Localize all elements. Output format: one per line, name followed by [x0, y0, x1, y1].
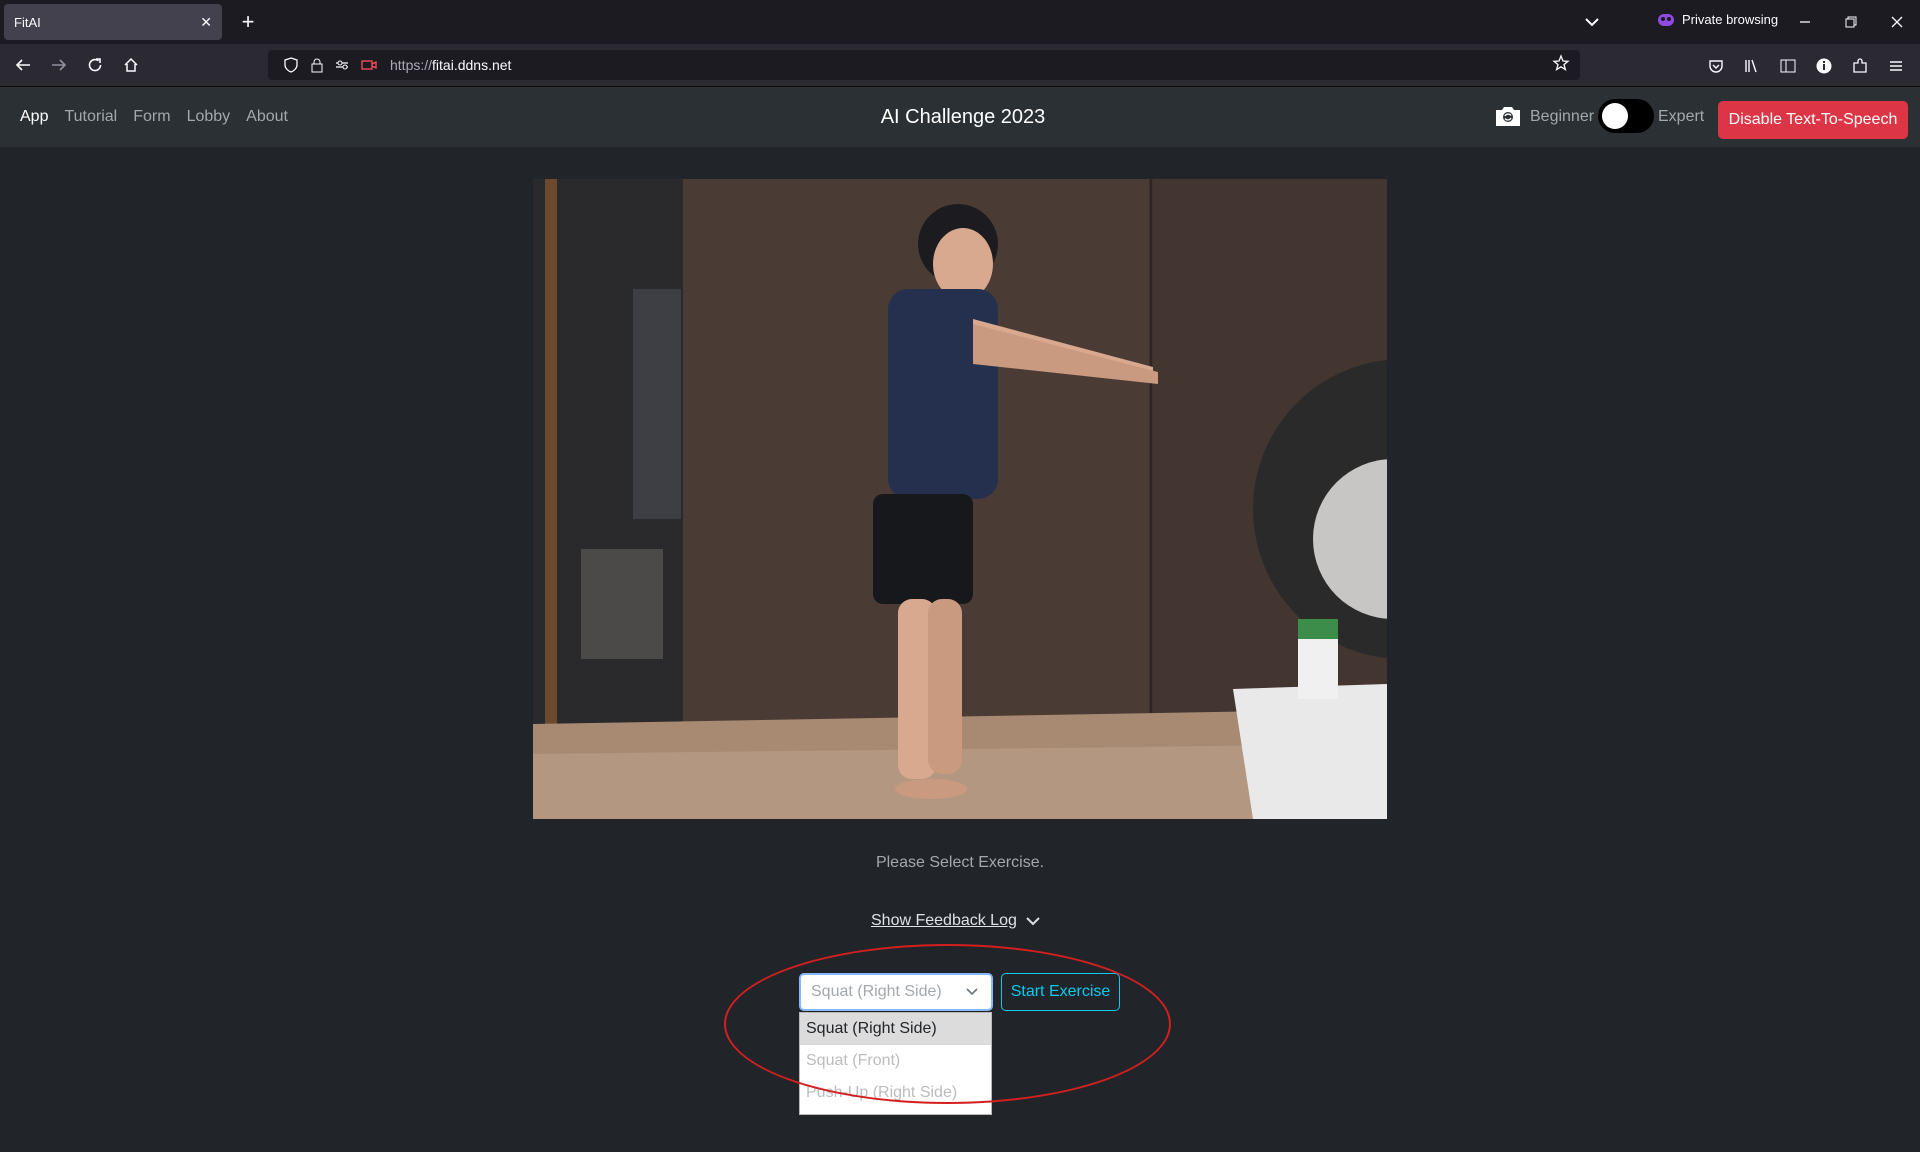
exercise-option-pushup-right[interactable]: Push-Up (Right Side) [800, 1077, 991, 1109]
toggle-knob [1602, 103, 1628, 129]
restore-icon[interactable] [1828, 0, 1874, 44]
back-arrow-icon[interactable] [8, 51, 38, 79]
exercise-option-squat-front[interactable]: Squat (Front) [800, 1045, 991, 1077]
show-feedback-log-toggle[interactable]: Show Feedback Log [871, 912, 1041, 930]
home-icon[interactable] [116, 51, 146, 79]
star-icon[interactable] [1552, 54, 1570, 77]
select-chevron-down-icon [966, 988, 978, 996]
browser-tab[interactable]: FitAI ✕ [4, 4, 222, 40]
permissions-icon[interactable] [332, 54, 354, 76]
lock-icon[interactable] [306, 54, 328, 76]
url-scheme: https:// [390, 57, 433, 73]
nav-link-app[interactable]: App [20, 108, 48, 126]
level-toggle-switch[interactable] [1598, 99, 1654, 133]
info-icon[interactable] [1812, 54, 1836, 78]
disable-tts-button[interactable]: Disable Text-To-Speech [1718, 101, 1908, 139]
url-bar[interactable]: https://fitai.ddns.net [268, 50, 1580, 80]
extensions-icon[interactable] [1848, 54, 1872, 78]
close-window-icon[interactable] [1874, 0, 1920, 44]
nav-link-form[interactable]: Form [133, 108, 170, 126]
minimize-icon[interactable] [1782, 0, 1828, 44]
browser-toolbar: https://fitai.ddns.net [0, 44, 1920, 87]
nav-link-lobby[interactable]: Lobby [187, 108, 231, 126]
exercise-dropdown-list: Squat (Right Side) Squat (Front) Push-Up… [799, 1012, 992, 1115]
browser-tabstrip: FitAI ✕ + Private browsing [0, 0, 1920, 44]
start-exercise-button[interactable]: Start Exercise [1001, 973, 1120, 1011]
library-icon[interactable] [1740, 54, 1764, 78]
exercise-select-value: Squat (Right Side) [811, 983, 942, 1000]
tab-title: FitAI [14, 14, 41, 30]
forward-arrow-icon[interactable] [44, 51, 74, 79]
sidebar-icon[interactable] [1776, 54, 1800, 78]
level-expert-label: Expert [1658, 108, 1705, 125]
nav-links: App Tutorial Form Lobby About [20, 87, 288, 147]
tab-list-chevron-down-icon[interactable] [1578, 10, 1606, 34]
private-browsing-label: Private browsing [1682, 12, 1779, 27]
nav-link-about[interactable]: About [246, 108, 288, 126]
exercise-select[interactable]: Squat (Right Side) [799, 973, 993, 1011]
switch-camera-icon[interactable] [1494, 104, 1522, 128]
status-message: Please Select Exercise. [875, 854, 1045, 871]
camera-sharing-icon[interactable] [358, 54, 380, 76]
private-mask-icon [1658, 13, 1674, 26]
tab-close-icon[interactable]: ✕ [200, 14, 212, 31]
shield-icon[interactable] [280, 54, 302, 76]
url-host: fitai.ddns.net [432, 57, 512, 73]
webcam-video-feed [533, 179, 1387, 819]
private-browsing-indicator: Private browsing [1658, 12, 1778, 27]
level-beginner-label: Beginner [1530, 108, 1595, 125]
menu-icon[interactable] [1884, 54, 1908, 78]
url-text[interactable]: https://fitai.ddns.net [390, 57, 511, 73]
reload-icon[interactable] [80, 51, 110, 79]
exercise-option-squat-right[interactable]: Squat (Right Side) [800, 1013, 991, 1045]
nav-link-tutorial[interactable]: Tutorial [64, 108, 117, 126]
pocket-icon[interactable] [1704, 54, 1728, 78]
webcam-frame-illustration [533, 179, 1387, 819]
new-tab-button[interactable]: + [234, 8, 262, 36]
chevron-down-icon [1026, 917, 1040, 926]
feedback-log-label: Show Feedback Log [871, 912, 1017, 929]
